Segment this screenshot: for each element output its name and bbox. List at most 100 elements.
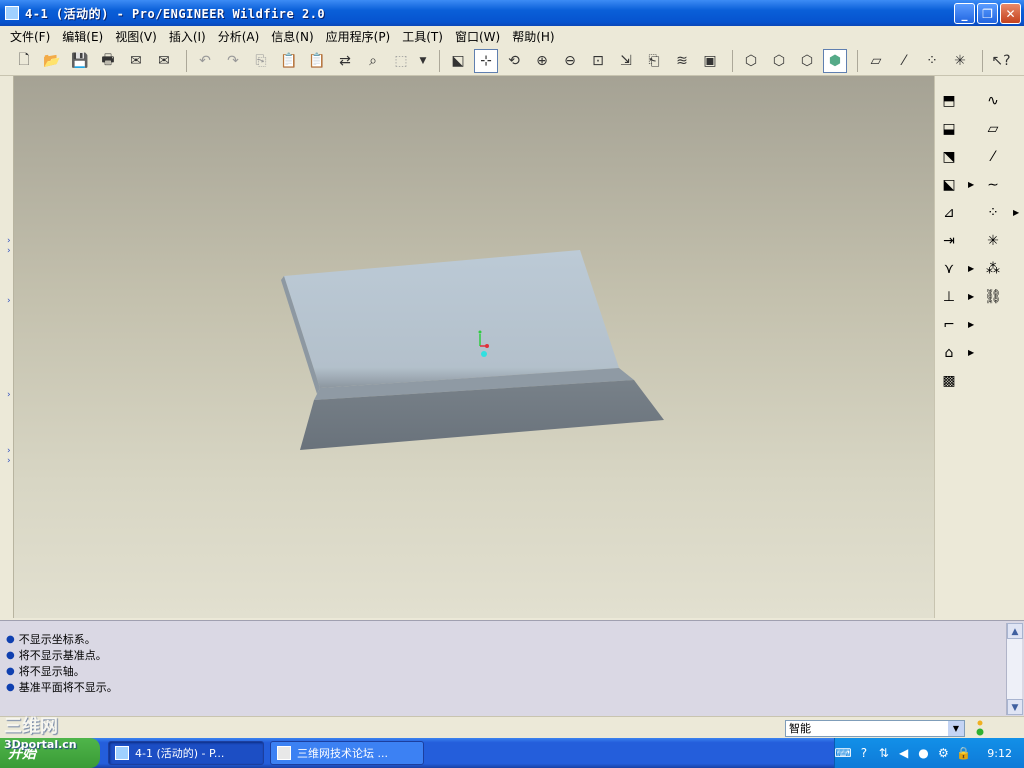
keyboard-icon[interactable]: ⌨	[834, 745, 851, 761]
open-folder-icon[interactable]: 📂	[40, 49, 64, 73]
datum-plane-icon[interactable]: ▱	[981, 118, 1005, 140]
scroll-down-icon[interactable]: ▼	[1007, 699, 1023, 715]
coord-sys-toggle-icon[interactable]: ✳	[948, 49, 972, 73]
paste-special-icon[interactable]: 📋	[305, 49, 329, 73]
menu-view[interactable]: 视图(V)	[109, 28, 163, 45]
flat-wall-icon[interactable]: ⊿	[937, 202, 961, 224]
menu-edit[interactable]: 编辑(E)	[56, 28, 109, 45]
view-manager-icon[interactable]: ▣	[698, 49, 722, 73]
app-icon[interactable]	[5, 6, 19, 20]
sketch-icon[interactable]: ∿	[981, 90, 1005, 112]
copy-icon[interactable]: ⎘	[249, 49, 273, 73]
selection-filter-select[interactable]: 智能 ▼	[785, 720, 965, 737]
paste-icon[interactable]: 📋	[277, 49, 301, 73]
email-icon[interactable]: ✉	[124, 49, 148, 73]
flyout-arrow-icon[interactable]: ▶	[968, 264, 974, 273]
taskbar-item-proe[interactable]: 4-1 (活动的) - P...	[108, 741, 264, 765]
network-icon[interactable]: ⇅	[877, 745, 891, 761]
flyout-arrow-icon[interactable]: ▶	[968, 180, 974, 189]
zoom-out-icon[interactable]: ⊖	[558, 49, 582, 73]
message-scrollbar[interactable]: ▲ ▼	[1006, 623, 1023, 715]
datum-point-icon[interactable]: ⁘	[981, 202, 1005, 224]
layers-icon[interactable]: ≋	[670, 49, 694, 73]
menu-info[interactable]: 信息(N)	[265, 28, 319, 45]
menu-help[interactable]: 帮助(H)	[506, 28, 560, 45]
context-help-icon[interactable]: ↖?	[989, 49, 1013, 73]
redo-icon[interactable]: ↷	[221, 49, 245, 73]
help-icon[interactable]: ?	[857, 745, 871, 761]
qq-icon[interactable]: ●	[917, 745, 931, 761]
datum-axis-icon[interactable]: ⁄	[981, 146, 1005, 168]
refit-icon[interactable]: ⊡	[586, 49, 610, 73]
print-icon[interactable]: 🖶	[96, 49, 120, 73]
chevron-down-icon[interactable]: ▼	[417, 49, 429, 73]
clock[interactable]: 9:12	[987, 747, 1012, 760]
reorient-icon[interactable]: ⇲	[614, 49, 638, 73]
flange-icon[interactable]: ⬕	[937, 174, 961, 196]
expand-arrow-icon[interactable]: ›	[7, 446, 11, 456]
close-button[interactable]: ✕	[1000, 3, 1021, 24]
part-top-face[interactable]	[284, 250, 619, 388]
save-icon[interactable]: 💾	[68, 49, 92, 73]
menu-applications[interactable]: 应用程序(P)	[320, 28, 397, 45]
taskbar-item-forum[interactable]: 三维网技术论坛 ...	[270, 741, 424, 765]
menu-analysis[interactable]: 分析(A)	[212, 28, 266, 45]
feature-toolbar: ⬒ ⬓ ⬔ ⬕ ▶ ⊿ ⇥ ⋎ ▶ ⊥ ▶ ⌐ ▶ ⌂ ▶ ▩ ∿ ▱ ⁄ ∼ …	[934, 76, 1024, 618]
settings-icon[interactable]: ⚙	[936, 745, 950, 761]
select-box-icon[interactable]: ⬚	[389, 49, 413, 73]
flyout-arrow-icon[interactable]: ▶	[1013, 208, 1019, 217]
datum-points-toggle-icon[interactable]: ⁘	[920, 49, 944, 73]
zoom-in-icon[interactable]: ⊕	[530, 49, 554, 73]
expand-arrow-icon[interactable]: ›	[7, 296, 11, 306]
flyout-arrow-icon[interactable]: ▶	[968, 320, 974, 329]
analysis-feature-icon[interactable]: ⁂	[981, 258, 1005, 280]
flyout-arrow-icon[interactable]: ▶	[968, 348, 974, 357]
regenerate-icon[interactable]: ⇄	[333, 49, 357, 73]
email-attach-icon[interactable]: ✉	[152, 49, 176, 73]
undo-icon[interactable]: ↶	[193, 49, 217, 73]
orient-mode-icon[interactable]: ⟲	[502, 49, 526, 73]
datum-planes-toggle-icon[interactable]: ▱	[864, 49, 888, 73]
datum-curve-icon[interactable]: ∼	[981, 174, 1005, 196]
coordinate-system-icon[interactable]: ✳	[981, 230, 1005, 252]
datum-axes-toggle-icon[interactable]: ⁄	[892, 49, 916, 73]
revolve-icon[interactable]: ⬓	[937, 118, 961, 140]
redraw-icon[interactable]: ⬕	[446, 49, 470, 73]
hidden-line-icon[interactable]: ⬡	[767, 49, 791, 73]
saved-views-icon[interactable]: ⎗	[642, 49, 666, 73]
expand-arrow-icon[interactable]: ›	[7, 390, 11, 400]
chain-icon[interactable]: ⛓	[981, 286, 1005, 308]
expand-arrow-icon[interactable]: ›	[7, 456, 11, 466]
expand-arrow-icon[interactable]: ›	[7, 246, 11, 256]
graphics-window[interactable]	[14, 76, 934, 618]
sweep-icon[interactable]: ⬔	[937, 146, 961, 168]
menu-file[interactable]: 文件(F)	[4, 28, 56, 45]
form-icon[interactable]: ⌐	[937, 314, 961, 336]
menu-window[interactable]: 窗口(W)	[449, 28, 506, 45]
minimize-button[interactable]: _	[954, 3, 975, 24]
back-arrow-icon[interactable]: ◀	[897, 745, 911, 761]
lock-icon[interactable]: 🔒	[956, 745, 971, 761]
punch-icon[interactable]: ⌂	[937, 342, 961, 364]
menu-insert[interactable]: 插入(I)	[163, 28, 212, 45]
title-bar[interactable]: 4-1 (活动的) - Pro/ENGINEER Wildfire 2.0 _ …	[0, 0, 1024, 26]
no-hidden-icon[interactable]: ⬡	[795, 49, 819, 73]
flat-pattern-icon[interactable]: ▩	[937, 370, 961, 392]
flyout-arrow-icon[interactable]: ▶	[968, 292, 974, 301]
bend-icon[interactable]: ⊥	[937, 286, 961, 308]
spin-center-icon[interactable]: ⊹	[474, 48, 498, 73]
wireframe-icon[interactable]: ⬡	[739, 49, 763, 73]
expand-arrow-icon[interactable]: ›	[7, 236, 11, 246]
unbend-icon[interactable]: ⋎	[937, 258, 961, 280]
left-splitter[interactable]: › › › › › ›	[0, 76, 14, 618]
menu-tools[interactable]: 工具(T)	[396, 28, 449, 45]
chevron-down-icon[interactable]: ▼	[948, 721, 964, 736]
extrude-icon[interactable]: ⬒	[937, 90, 961, 112]
model-view[interactable]	[14, 76, 934, 618]
shading-icon[interactable]: ⬢	[823, 48, 847, 73]
scroll-up-icon[interactable]: ▲	[1007, 623, 1023, 639]
find-icon[interactable]: ⌕	[361, 49, 385, 73]
restore-button[interactable]: ❐	[977, 3, 998, 24]
extend-icon[interactable]: ⇥	[937, 230, 961, 252]
new-file-icon[interactable]: 🗋	[12, 49, 36, 73]
